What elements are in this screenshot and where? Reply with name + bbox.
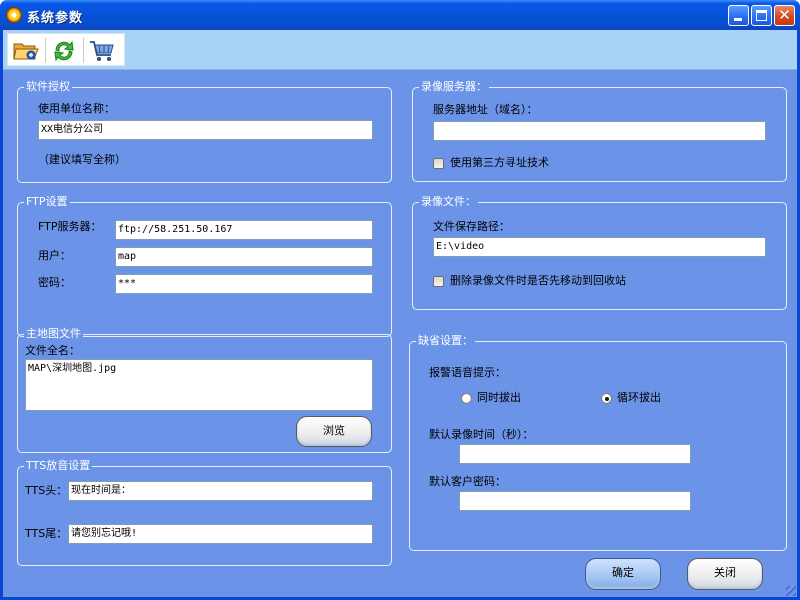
close-window-button[interactable]: ✕ [774,5,795,26]
radio-loop[interactable] [601,393,612,404]
defaults-group-title: 缺省设置： [416,334,475,348]
toolbar-separator [83,38,84,63]
tts-tail-input[interactable]: 请您别忘记哦! [68,524,373,544]
map-group: 主地图文件 文件全名： MAP\深圳地图.jpg 浏览 [17,327,392,453]
record-file-group-title: 录像文件： [419,195,478,209]
dialog-window: 系统参数 ✕ 软件授权 使用单位名称： XX电信分公司 （建议填写全称） FTP… [0,0,800,600]
third-party-checkbox[interactable] [433,158,444,169]
dialog-body: 软件授权 使用单位名称： XX电信分公司 （建议填写全称） FTP设置 FTP服… [3,30,797,597]
tts-head-label: TTS头： [25,484,68,497]
radio-simultaneous-label: 同时拔出 [477,391,521,404]
client-password-input[interactable] [459,491,691,511]
tts-tail-label: TTS尾： [25,527,68,540]
ftp-password-label: 密码： [38,276,71,289]
ftp-server-label: FTP服务器： [38,220,102,233]
title-bar[interactable]: 系统参数 ✕ [0,0,800,30]
license-group-title: 软件授权 [24,80,72,94]
folder-open-icon [13,43,39,60]
radio-simultaneous[interactable] [461,393,472,404]
client-password-label: 默认客户密码： [429,475,506,488]
third-party-label: 使用第三方寻址技术 [450,156,549,169]
browse-button[interactable]: 浏览 [296,416,372,447]
map-file-label: 文件全名： [25,344,80,357]
unit-name-hint: （建议填写全称） [38,153,126,166]
unit-name-label: 使用单位名称： [38,102,115,115]
unit-name-input[interactable]: XX电信分公司 [38,120,373,140]
recycle-checkbox[interactable] [433,276,444,287]
tts-head-input[interactable]: 现在时间是： [68,481,373,501]
toolbar-strip [7,33,125,66]
maximize-button[interactable] [751,5,772,26]
save-path-label: 文件保存路径： [433,220,510,233]
recycle-label: 删除录像文件时是否先移动到回收站 [450,274,626,287]
app-icon [6,7,22,23]
ftp-group-title: FTP设置 [24,195,70,209]
maximize-icon [756,10,767,21]
record-time-input[interactable] [459,444,691,464]
window-title: 系统参数 [27,11,84,26]
record-file-group: 录像文件： 文件保存路径： E:\video 删除录像文件时是否先移动到回收站 [412,195,787,310]
license-group: 软件授权 使用单位名称： XX电信分公司 （建议填写全称） [17,80,392,183]
defaults-group: 缺省设置： 报警语音提示： 同时拔出 循环拔出 默认录像时间（秒）： 默认客户密… [409,334,787,551]
resize-grip[interactable] [786,586,796,596]
save-path-input[interactable]: E:\video [433,237,766,257]
record-server-group: 录像服务器： 服务器地址（域名）： 使用第三方寻址技术 [412,80,787,182]
open-folder-button[interactable] [11,37,41,65]
radio-loop-label: 循环拔出 [617,391,661,404]
shopping-cart-icon [90,41,114,61]
map-file-input[interactable]: MAP\深圳地图.jpg [25,359,373,411]
ftp-server-input[interactable]: ftp://58.251.50.167 [115,220,373,240]
record-time-label: 默认录像时间（秒）： [429,428,534,441]
cart-button[interactable] [87,37,117,65]
tts-group-title: TTS放音设置 [24,459,93,473]
close-button[interactable]: 关闭 [687,558,763,590]
refresh-icon [54,40,74,62]
server-address-input[interactable] [433,121,766,141]
alarm-voice-label: 报警语音提示： [429,366,506,379]
record-server-group-title: 录像服务器： [419,80,489,94]
close-icon: ✕ [778,6,791,24]
minimize-icon [734,18,742,21]
ok-button[interactable]: 确定 [585,558,661,590]
ftp-group: FTP设置 FTP服务器： ftp://58.251.50.167 用户： ma… [17,195,392,337]
tts-group: TTS放音设置 TTS头： 现在时间是： TTS尾： 请您别忘记哦! [17,459,392,566]
toolbar [3,30,797,70]
minimize-button[interactable] [728,5,749,26]
refresh-button[interactable] [49,37,79,65]
ftp-user-input[interactable]: map [115,247,373,267]
map-group-title: 主地图文件 [24,327,83,341]
server-address-label: 服务器地址（域名）： [433,103,538,116]
ftp-password-input[interactable]: *** [115,274,373,294]
ftp-user-label: 用户： [38,249,71,262]
toolbar-separator [45,38,46,63]
